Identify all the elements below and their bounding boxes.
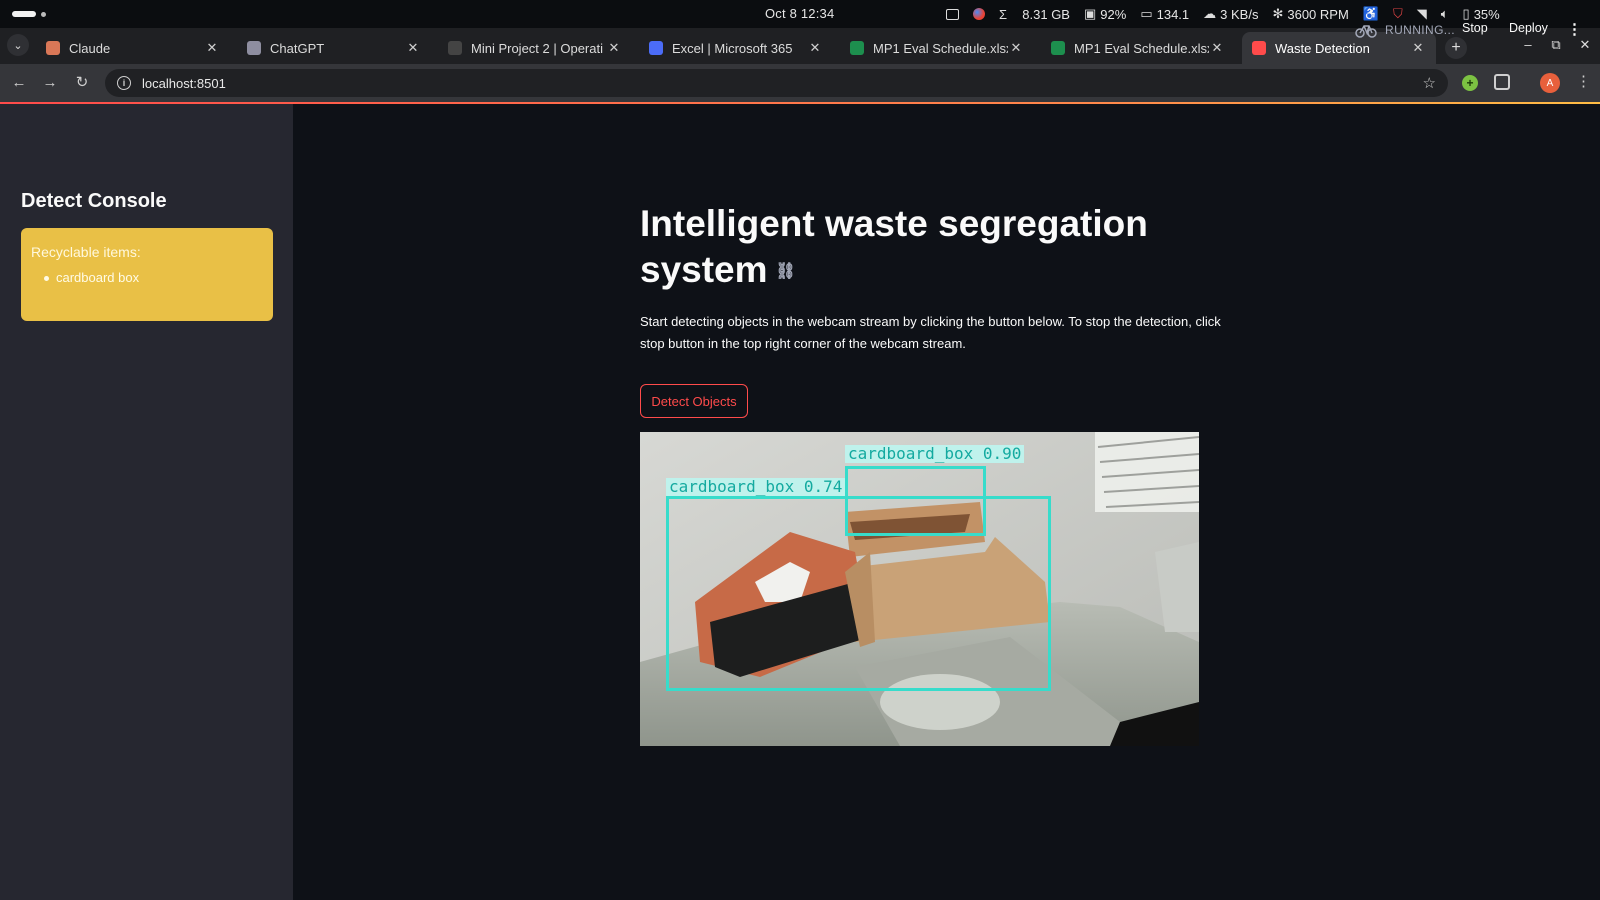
cpu-icon: ▣ [1083, 6, 1097, 21]
running-bike-icon [1355, 25, 1377, 38]
battery-indicator[interactable]: ▯ 35% [1463, 6, 1500, 22]
cpu-indicator[interactable]: ▣ 92% [1084, 6, 1126, 22]
tab-title: MP1 Eval Schedule.xlsx [1074, 40, 1209, 56]
workspace-dot[interactable] [41, 12, 46, 17]
address-bar[interactable]: i localhost:8501 ☆ [105, 69, 1448, 97]
detection-label: cardboard_box 0.74 [666, 478, 846, 496]
sidebar-title: Detect Console [21, 190, 167, 212]
recyclable-list: cardboard box [31, 270, 263, 285]
fan-indicator[interactable]: ✻ 3600 RPM [1272, 6, 1348, 22]
screen-share-icon[interactable] [946, 8, 959, 20]
browser-menu-icon[interactable]: ⋮ [1576, 74, 1591, 90]
bookmark-star-icon[interactable]: ☆ [1423, 74, 1436, 92]
volume-icon[interactable]: 🔈︎ [1441, 6, 1449, 22]
running-status: RUNNING... [1355, 22, 1455, 38]
restore-icon[interactable]: ⧉ [1547, 37, 1565, 53]
back-icon[interactable]: ← [9, 73, 29, 93]
display-indicator[interactable]: ▭ 134.1 [1140, 6, 1189, 22]
browser-tab[interactable]: MP1 Eval Schedule.xlsx ✕ [1041, 32, 1235, 64]
network-indicator[interactable]: ☁ 3 KB/s [1203, 6, 1258, 22]
tab-title: Excel | Microsoft 365 [672, 40, 793, 56]
url-text[interactable]: localhost:8501 [142, 76, 226, 91]
detect-objects-button[interactable]: Detect Objects [640, 384, 748, 418]
profile-avatar[interactable]: A [1540, 73, 1560, 93]
list-item: cardboard box [31, 270, 263, 285]
monitor-icon: ▭ [1140, 6, 1153, 21]
sigma-icon: Σ [999, 6, 1008, 22]
accessibility-icon[interactable]: ♿ [1363, 6, 1379, 22]
shield-icon[interactable]: ⛉ [1393, 6, 1403, 22]
close-window-icon[interactable]: ✕ [1576, 37, 1594, 53]
close-tab-icon[interactable]: ✕ [1209, 40, 1225, 56]
detection-box [666, 496, 1051, 691]
site-info-icon[interactable]: i [117, 76, 131, 90]
activities-indicator[interactable] [12, 11, 36, 17]
tab-title: Mini Project 2 | Operati [471, 40, 603, 56]
extensions-puzzle-icon[interactable] [1494, 74, 1510, 90]
minimize-icon[interactable]: – [1519, 37, 1537, 52]
chatgpt-icon [247, 41, 261, 55]
office-icon [649, 41, 663, 55]
close-tab-icon[interactable]: ✕ [606, 40, 622, 56]
tab-search-button[interactable]: ⌄ [7, 34, 29, 56]
description: Start detecting objects in the webcam st… [640, 314, 1221, 351]
sidebar: Detect Console Recyclable items: cardboa… [0, 104, 293, 900]
app-menu-icon[interactable]: ⋮ [1567, 20, 1582, 38]
tab-title: Claude [69, 40, 111, 56]
detection-label: cardboard_box 0.90 [845, 445, 1025, 463]
status-text: RUNNING... [1385, 23, 1455, 37]
close-tab-icon[interactable]: ✕ [204, 40, 220, 56]
close-tab-icon[interactable]: ✕ [1410, 40, 1426, 56]
reload-icon[interactable]: ↻ [72, 73, 92, 93]
browser-toolbar: ← → ↻ i localhost:8501 ☆ + A ⋮ [0, 64, 1600, 102]
wifi-icon[interactable]: ◥ [1417, 6, 1427, 22]
new-tab-button[interactable]: + [1445, 37, 1467, 59]
page-title: Intelligent waste segregation system ⛓ [640, 201, 1200, 295]
tab-title: Waste Detection [1275, 40, 1370, 56]
recyclable-alert: Recyclable items: cardboard box [21, 228, 273, 321]
stop-button[interactable]: Stop [1462, 21, 1488, 35]
alert-heading: Recyclable items: [31, 244, 141, 260]
browser-tab[interactable]: Claude ✕ [36, 32, 230, 64]
fan-icon: ✻ [1272, 6, 1284, 21]
browser-tab[interactable]: ChatGPT ✕ [237, 32, 431, 64]
excel-icon [1051, 41, 1065, 55]
browser-tab[interactable]: MP1 Eval Schedule.xlsx ✕ [840, 32, 1034, 64]
webcam-stream: cardboard_box 0.90 cardboard_box 0.74 [640, 432, 1199, 746]
memory-indicator[interactable]: Σ 8.31 GB [999, 7, 1070, 22]
tab-title: ChatGPT [270, 40, 325, 56]
close-tab-icon[interactable]: ✕ [807, 40, 823, 56]
excel-icon [850, 41, 864, 55]
claude-icon [46, 41, 60, 55]
tab-title: MP1 Eval Schedule.xlsx [873, 40, 1008, 56]
close-tab-icon[interactable]: ✕ [405, 40, 421, 56]
streamlit-icon [1252, 41, 1266, 55]
window-blinds [1095, 432, 1199, 512]
anchor-link-icon[interactable]: ⛓ [776, 249, 796, 295]
deploy-button[interactable]: Deploy [1509, 21, 1548, 35]
browser-tab[interactable]: Mini Project 2 | Operati ✕ [438, 32, 632, 64]
forward-icon[interactable]: → [40, 73, 60, 93]
os-clock[interactable]: Oct 8 12:34 [765, 6, 834, 21]
battery-icon: ▯ [1462, 6, 1470, 21]
cloud-upload-icon: ☁ [1203, 6, 1217, 21]
extension-icon[interactable]: + [1462, 75, 1478, 91]
browser-tab[interactable]: Excel | Microsoft 365 ✕ [639, 32, 833, 64]
app-indicator-icon[interactable] [973, 8, 985, 20]
project-icon [448, 41, 462, 55]
close-tab-icon[interactable]: ✕ [1008, 40, 1024, 56]
